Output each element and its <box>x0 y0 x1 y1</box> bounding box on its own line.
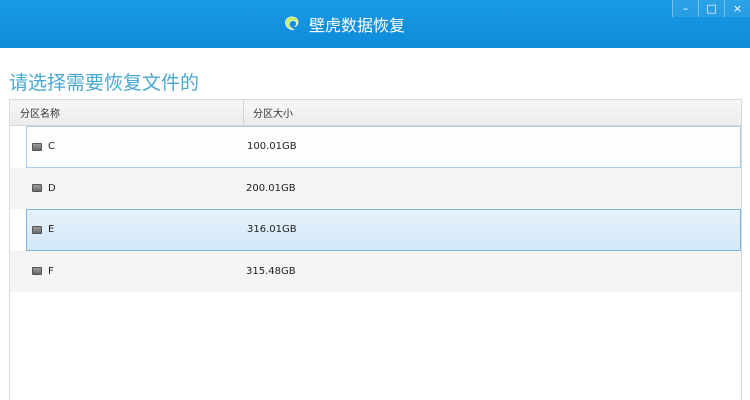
partition-row-e[interactable]: E 316.01GB <box>26 209 741 251</box>
close-button[interactable]: × <box>724 0 750 17</box>
window-controls: – □ × <box>672 0 750 17</box>
partition-name-cell: F <box>10 266 230 277</box>
partition-row-f[interactable]: F 315.48GB <box>10 250 741 292</box>
partition-size: 316.01GB <box>247 224 297 236</box>
drive-icon <box>32 267 42 276</box>
page-title: 请选择需要恢复文件的 <box>9 72 200 94</box>
partition-name-cell: E <box>27 224 231 235</box>
partition-table: 分区名称 分区大小 C 100.01GB D 200.01GB E 316.01… <box>9 99 742 400</box>
partition-name-cell: D <box>10 183 230 194</box>
title-bar: 壁虎数据恢复 – □ × <box>0 0 750 48</box>
column-header-name[interactable]: 分区名称 <box>10 100 244 125</box>
drive-icon <box>32 225 42 234</box>
partition-name: E <box>48 224 55 236</box>
maximize-button[interactable]: □ <box>698 0 724 17</box>
partition-row-d[interactable]: D 200.01GB <box>10 167 741 209</box>
drive-icon <box>32 184 42 193</box>
gecko-logo-icon <box>285 16 299 30</box>
partition-name: F <box>48 265 54 277</box>
table-header: 分区名称 分区大小 <box>10 100 741 126</box>
partition-size: 100.01GB <box>247 141 297 153</box>
partition-size: 315.48GB <box>246 265 296 277</box>
partition-name: D <box>48 182 56 194</box>
minimize-button[interactable]: – <box>672 0 698 17</box>
column-header-size[interactable]: 分区大小 <box>244 100 293 125</box>
partition-name-cell: C <box>27 141 231 152</box>
partition-list: C 100.01GB D 200.01GB E 316.01GB F 315.4… <box>10 126 741 292</box>
drive-icon <box>32 142 42 151</box>
app-title-group: 壁虎数据恢复 <box>283 0 405 48</box>
partition-row-c[interactable]: C 100.01GB <box>26 126 741 168</box>
partition-name: C <box>48 141 55 153</box>
app-title-text: 壁虎数据恢复 <box>309 16 406 35</box>
partition-size: 200.01GB <box>246 182 296 194</box>
